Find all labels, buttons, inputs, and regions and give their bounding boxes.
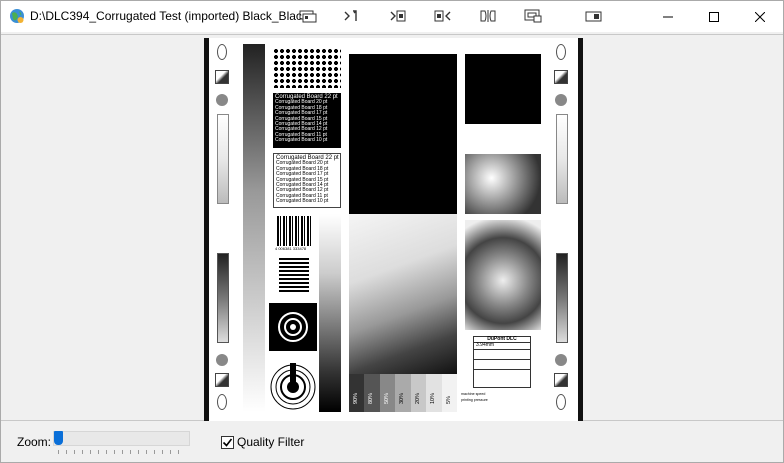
barcode-vertical bbox=[279, 258, 309, 294]
application-window: D:\DLC394_Corrugated Test (imported) Bla… bbox=[0, 0, 784, 463]
frame-icon[interactable] bbox=[585, 9, 603, 23]
target-mark bbox=[270, 363, 316, 410]
flip-page-icon[interactable] bbox=[343, 9, 361, 23]
text-block-inverted: Corrugated Board 22 pt Corrugated Board 2… bbox=[273, 93, 341, 148]
solid-area bbox=[349, 54, 457, 214]
left-control-strip bbox=[212, 38, 236, 421]
zoom-slider-ticks bbox=[58, 450, 186, 454]
target-mark bbox=[269, 303, 317, 351]
maximize-icon bbox=[709, 11, 719, 22]
photo-sea bbox=[349, 214, 457, 374]
globe-icon bbox=[10, 9, 24, 23]
maximize-button[interactable] bbox=[691, 1, 737, 32]
zoom-slider-thumb[interactable] bbox=[54, 431, 63, 445]
layout-icon[interactable] bbox=[299, 9, 317, 23]
photo-food bbox=[465, 220, 541, 330]
zoom-slider[interactable] bbox=[53, 431, 190, 446]
zoom-label: Zoom: bbox=[17, 435, 52, 449]
plate-preview: Corrugated Board 22 pt Corrugated Board 2… bbox=[204, 38, 583, 421]
gradient-bar-2 bbox=[319, 214, 341, 412]
form-label-speed: machine speed bbox=[461, 392, 486, 396]
minimize-icon bbox=[663, 16, 673, 17]
quality-filter-label: Quality Filter bbox=[237, 435, 305, 449]
checkbox-box[interactable] bbox=[221, 435, 234, 449]
bottom-bar: Zoom: Quality Filter bbox=[1, 422, 783, 462]
quality-filter-checkbox[interactable]: Quality Filter bbox=[221, 435, 304, 449]
photo-small bbox=[465, 154, 541, 214]
minimize-button[interactable] bbox=[645, 1, 691, 32]
window-title: D:\DLC394_Corrugated Test (imported) Bla… bbox=[30, 9, 302, 23]
align-left-icon[interactable] bbox=[389, 9, 407, 23]
dot-pattern bbox=[273, 48, 341, 88]
preview-area[interactable]: Corrugated Board 22 pt Corrugated Board 2… bbox=[1, 34, 783, 421]
checkmark-icon bbox=[222, 438, 233, 447]
form-label-pressure: printing pressure bbox=[461, 398, 488, 402]
text-block: Corrugated Board 22 pt Corrugated Board 2… bbox=[273, 153, 341, 208]
close-button[interactable] bbox=[737, 1, 783, 32]
screen-icon[interactable] bbox=[524, 9, 542, 23]
title-bar[interactable]: D:\DLC394_Corrugated Test (imported) Bla… bbox=[1, 1, 783, 32]
test-form: DuPont DLC 3.94mm bbox=[473, 336, 531, 388]
step-wedge: 90% 80% 50% 30% 20% 10% 5% bbox=[349, 374, 457, 412]
align-right-icon[interactable] bbox=[434, 9, 452, 23]
barcode bbox=[277, 216, 311, 246]
mirror-icon[interactable] bbox=[479, 9, 497, 23]
solid-area-small bbox=[465, 54, 541, 124]
close-icon bbox=[755, 11, 765, 22]
gradient-bar bbox=[243, 44, 265, 412]
barcode-number: 4 006381 333478 bbox=[275, 246, 307, 251]
right-control-strip bbox=[551, 38, 575, 421]
